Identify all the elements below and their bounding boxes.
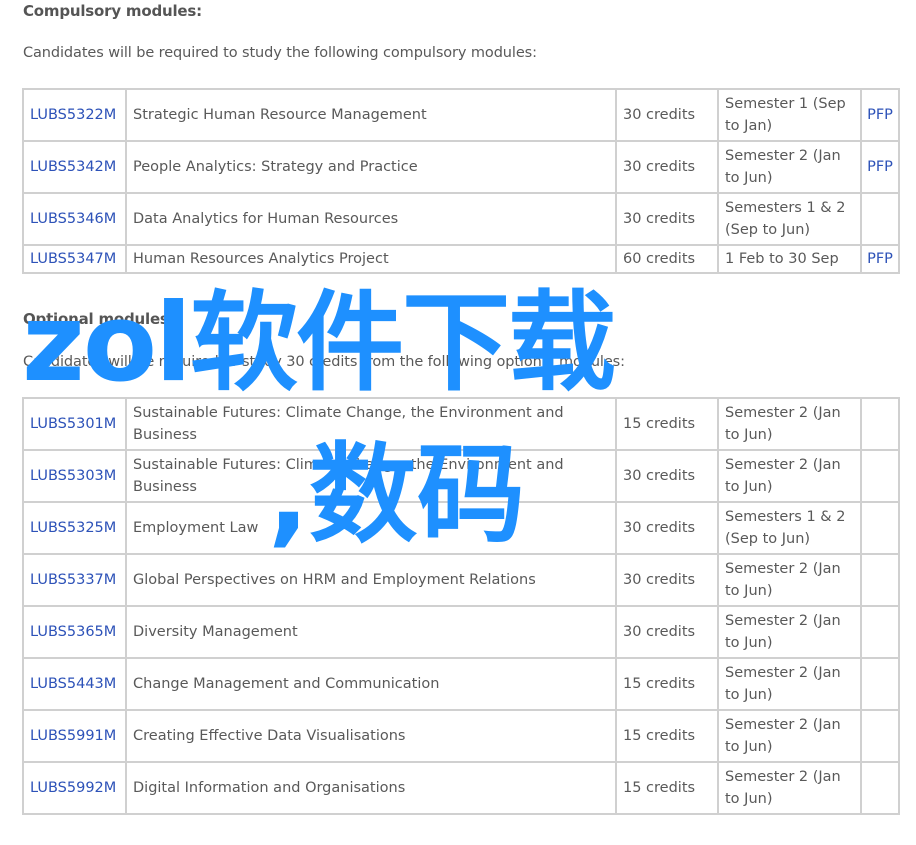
module-code-link[interactable]: LUBS5301M: [30, 416, 116, 432]
optional-intro: Candidates will be required to study 30 …: [23, 354, 625, 370]
module-semester: Semester 2 (Jan to Jun): [717, 761, 862, 815]
module-title: Sustainable Futures: Climate Change, the…: [125, 449, 617, 503]
module-code-cell: LUBS5365M: [22, 605, 127, 659]
module-semester: Semesters 1 & 2 (Sep to Jun): [717, 192, 862, 246]
pfp-cell: PFP: [860, 88, 900, 142]
module-title: Human Resources Analytics Project: [125, 244, 617, 274]
pfp-cell: PFP: [860, 140, 900, 194]
compulsory-modules-table: LUBS5322M Strategic Human Resource Manag…: [22, 88, 900, 274]
module-credits: 15 credits: [615, 709, 719, 763]
table-row: LUBS5992M Digital Information and Organi…: [22, 761, 900, 815]
module-title: Strategic Human Resource Management: [125, 88, 617, 142]
pfp-link[interactable]: PFP: [867, 159, 893, 175]
module-title: People Analytics: Strategy and Practice: [125, 140, 617, 194]
module-code-link[interactable]: LUBS5347M: [30, 251, 116, 267]
module-semester: Semesters 1 & 2 (Sep to Jun): [717, 501, 862, 555]
pfp-cell: [860, 449, 900, 503]
pfp-cell: [860, 501, 900, 555]
pfp-cell: [860, 192, 900, 246]
table-row: LUBS5337M Global Perspectives on HRM and…: [22, 553, 900, 607]
module-code-cell: LUBS5325M: [22, 501, 127, 555]
module-code-link[interactable]: LUBS5992M: [30, 780, 116, 796]
module-semester: Semester 2 (Jan to Jun): [717, 449, 862, 503]
module-code-link[interactable]: LUBS5342M: [30, 159, 116, 175]
table-row: LUBS5347M Human Resources Analytics Proj…: [22, 244, 900, 274]
module-code-link[interactable]: LUBS5337M: [30, 572, 116, 588]
pfp-cell: [860, 553, 900, 607]
module-code-link[interactable]: LUBS5325M: [30, 520, 116, 536]
module-credits: 30 credits: [615, 605, 719, 659]
module-semester: Semester 2 (Jan to Jun): [717, 709, 862, 763]
table-row: LUBS5301M Sustainable Futures: Climate C…: [22, 397, 900, 451]
module-credits: 30 credits: [615, 553, 719, 607]
module-title: Sustainable Futures: Climate Change, the…: [125, 397, 617, 451]
module-code-link[interactable]: LUBS5443M: [30, 676, 116, 692]
optional-modules-table: LUBS5301M Sustainable Futures: Climate C…: [22, 397, 900, 815]
pfp-link[interactable]: PFP: [867, 107, 893, 123]
module-credits: 15 credits: [615, 397, 719, 451]
module-title: Digital Information and Organisations: [125, 761, 617, 815]
pfp-cell: [860, 709, 900, 763]
module-semester: Semester 2 (Jan to Jun): [717, 553, 862, 607]
module-code-cell: LUBS5992M: [22, 761, 127, 815]
module-title: Employment Law: [125, 501, 617, 555]
optional-heading: Optional modules:: [23, 310, 175, 328]
module-semester: Semester 1 (Sep to Jan): [717, 88, 862, 142]
table-row: LUBS5325M Employment Law 30 credits Seme…: [22, 501, 900, 555]
module-credits: 15 credits: [615, 657, 719, 711]
module-code-link[interactable]: LUBS5303M: [30, 468, 116, 484]
module-credits: 60 credits: [615, 244, 719, 274]
module-code-link[interactable]: LUBS5346M: [30, 211, 116, 227]
module-code-link[interactable]: LUBS5365M: [30, 624, 116, 640]
table-row: LUBS5346M Data Analytics for Human Resou…: [22, 192, 900, 246]
module-semester: Semester 2 (Jan to Jun): [717, 140, 862, 194]
module-title: Creating Effective Data Visualisations: [125, 709, 617, 763]
table-row: LUBS5322M Strategic Human Resource Manag…: [22, 88, 900, 142]
table-row: LUBS5443M Change Management and Communic…: [22, 657, 900, 711]
pfp-link[interactable]: PFP: [867, 251, 893, 267]
table-row: LUBS5303M Sustainable Futures: Climate C…: [22, 449, 900, 503]
module-code-cell: LUBS5991M: [22, 709, 127, 763]
module-semester: 1 Feb to 30 Sep: [717, 244, 862, 274]
pfp-cell: [860, 657, 900, 711]
module-credits: 30 credits: [615, 192, 719, 246]
pfp-cell: [860, 397, 900, 451]
module-title: Data Analytics for Human Resources: [125, 192, 617, 246]
module-semester: Semester 2 (Jan to Jun): [717, 397, 862, 451]
module-code-link[interactable]: LUBS5322M: [30, 107, 116, 123]
pfp-cell: [860, 605, 900, 659]
table-row: LUBS5991M Creating Effective Data Visual…: [22, 709, 900, 763]
table-row: LUBS5365M Diversity Management 30 credit…: [22, 605, 900, 659]
module-code-cell: LUBS5347M: [22, 244, 127, 274]
module-credits: 15 credits: [615, 761, 719, 815]
module-credits: 30 credits: [615, 140, 719, 194]
module-title: Global Perspectives on HRM and Employmen…: [125, 553, 617, 607]
module-credits: 30 credits: [615, 88, 719, 142]
module-code-cell: LUBS5322M: [22, 88, 127, 142]
module-code-cell: LUBS5346M: [22, 192, 127, 246]
module-title: Change Management and Communication: [125, 657, 617, 711]
module-credits: 30 credits: [615, 449, 719, 503]
module-code-link[interactable]: LUBS5991M: [30, 728, 116, 744]
module-code-cell: LUBS5301M: [22, 397, 127, 451]
compulsory-heading: Compulsory modules:: [23, 2, 202, 20]
pfp-cell: PFP: [860, 244, 900, 274]
module-semester: Semester 2 (Jan to Jun): [717, 605, 862, 659]
module-code-cell: LUBS5443M: [22, 657, 127, 711]
module-code-cell: LUBS5342M: [22, 140, 127, 194]
module-title: Diversity Management: [125, 605, 617, 659]
module-credits: 30 credits: [615, 501, 719, 555]
table-row: LUBS5342M People Analytics: Strategy and…: [22, 140, 900, 194]
module-code-cell: LUBS5337M: [22, 553, 127, 607]
module-semester: Semester 2 (Jan to Jun): [717, 657, 862, 711]
module-code-cell: LUBS5303M: [22, 449, 127, 503]
watermark-line-1: zol软件下载: [22, 281, 616, 406]
pfp-cell: [860, 761, 900, 815]
compulsory-intro: Candidates will be required to study the…: [23, 45, 537, 61]
